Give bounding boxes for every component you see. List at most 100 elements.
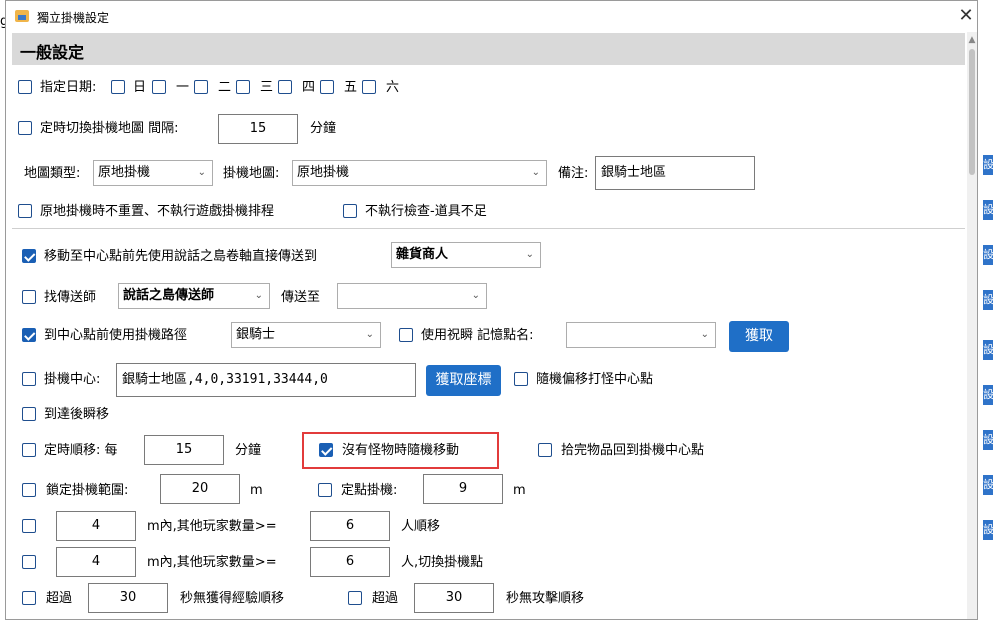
specify-date-label: 指定日期: [40, 80, 97, 95]
random-offset-label: 隨機偏移打怪中心點 [536, 372, 654, 387]
note-input[interactable]: 銀騎士地區 [595, 156, 755, 190]
settings-dialog: 獨立掛機設定 ✕ 一般設定 指定日期: 日 一 二 三 四 五 六 定時切換掛機… [5, 0, 978, 620]
players-move-checkbox[interactable] [22, 519, 36, 533]
chevron-down-icon: ⌄ [531, 167, 540, 178]
get-coordinates-button[interactable]: 獲取座標 [426, 365, 501, 396]
day-label: 三 [260, 80, 274, 95]
bless-select[interactable]: ⌄ [566, 322, 716, 348]
use-path-checkbox[interactable] [22, 328, 36, 342]
chevron-down-icon: ⌄ [525, 249, 534, 260]
divider [12, 228, 965, 229]
no-attack-text: 秒無攻擊順移 [506, 591, 585, 606]
background-tab: 設 [983, 290, 993, 310]
map-switch-unit: 分鐘 [310, 121, 337, 136]
lock-range-unit: m [250, 483, 263, 498]
players-move-count-input[interactable]: 6 [310, 511, 390, 541]
teleport-to-select[interactable]: ⌄ [337, 283, 487, 309]
players-switch-count-input[interactable]: 6 [310, 547, 390, 577]
no-attack-move-checkbox[interactable] [348, 591, 362, 605]
players-move-distance-input[interactable]: 4 [56, 511, 136, 541]
teleporter-label: 找傳送師 [44, 290, 97, 305]
day-tue-checkbox[interactable] [194, 80, 208, 94]
day-wed-checkbox[interactable] [236, 80, 250, 94]
center-checkbox[interactable] [22, 372, 36, 386]
no-reset-label: 原地掛機時不重置、不執行遊戲掛機排程 [40, 204, 275, 219]
background-tab: 設 [983, 430, 993, 450]
no-monster-random-move-label: 沒有怪物時隨機移動 [342, 443, 460, 458]
teleport-to-label: 傳送至 [281, 290, 321, 305]
move-center-checkbox[interactable] [22, 249, 36, 263]
players-switch-mid-label: m內,其他玩家數量>= [147, 555, 277, 570]
no-exp-move-checkbox[interactable] [22, 591, 36, 605]
return-center-label: 拾完物品回到掛機中心點 [561, 443, 705, 458]
scroll-up-icon[interactable]: ▲ [967, 35, 977, 47]
timed-move-label: 定時順移: 每 [44, 443, 118, 458]
section-title: 一般設定 [20, 43, 85, 62]
bless-checkbox[interactable] [399, 328, 413, 342]
day-mon-checkbox[interactable] [152, 80, 166, 94]
day-label: 四 [302, 80, 316, 95]
background-tab: 設 [983, 155, 993, 175]
move-center-target-select[interactable]: 雜貨商人 ⌄ [391, 242, 541, 268]
map-switch-checkbox[interactable] [18, 121, 32, 135]
no-monster-random-move-checkbox[interactable] [319, 443, 333, 457]
no-attack-label: 超過 [372, 591, 399, 606]
path-select[interactable]: 銀騎士 ⌄ [231, 322, 381, 348]
no-check-checkbox[interactable] [343, 204, 357, 218]
move-center-target-value: 雜貨商人 [396, 247, 449, 262]
specify-date-checkbox[interactable] [18, 80, 32, 94]
map-select[interactable]: 原地掛機 ⌄ [292, 160, 547, 186]
center-label: 掛機中心: [44, 372, 101, 387]
window-title: 獨立掛機設定 [37, 11, 110, 25]
background-tab: 設 [983, 245, 993, 265]
teleporter-checkbox[interactable] [22, 290, 36, 304]
players-move-end-label: 人順移 [401, 519, 441, 534]
no-attack-seconds-input[interactable]: 30 [414, 583, 494, 613]
map-type-select[interactable]: 原地掛機 ⌄ [93, 160, 213, 186]
timed-move-input[interactable]: 15 [144, 435, 224, 465]
map-value: 原地掛機 [297, 165, 350, 180]
day-label: 二 [218, 80, 232, 95]
chevron-down-icon: ⌄ [471, 290, 480, 301]
players-switch-checkbox[interactable] [22, 555, 36, 569]
day-sun-checkbox[interactable] [111, 80, 125, 94]
map-switch-label: 定時切換掛機地圖 間隔: [40, 121, 179, 136]
fixed-point-input[interactable]: 9 [423, 474, 503, 504]
map-type-value: 原地掛機 [98, 165, 151, 180]
map-switch-interval-input[interactable]: 15 [218, 114, 298, 144]
center-input[interactable]: 銀騎士地區,4,0,33191,33444,0 [116, 363, 416, 397]
random-offset-checkbox[interactable] [514, 372, 528, 386]
teleporter-npc-select[interactable]: 說話之島傳送師 ⌄ [118, 283, 270, 309]
close-button[interactable]: ✕ [956, 5, 976, 27]
map-type-label: 地圖類型: [24, 166, 81, 181]
path-value: 銀騎士 [236, 327, 276, 342]
fixed-point-checkbox[interactable] [318, 483, 332, 497]
players-switch-distance-input[interactable]: 4 [56, 547, 136, 577]
day-thu-checkbox[interactable] [278, 80, 292, 94]
no-exp-text: 秒無獲得經驗順移 [180, 591, 285, 606]
teleport-after-checkbox[interactable] [22, 407, 36, 421]
day-label: 日 [133, 80, 147, 95]
day-sat-checkbox[interactable] [362, 80, 376, 94]
settings-content: 一般設定 指定日期: 日 一 二 三 四 五 六 定時切換掛機地圖 間隔: 15… [8, 32, 965, 619]
teleporter-npc-value: 說話之島傳送師 [123, 288, 215, 303]
no-exp-seconds-input[interactable]: 30 [88, 583, 168, 613]
day-label: 六 [386, 80, 400, 95]
note-label: 備注: [558, 166, 589, 181]
lock-range-checkbox[interactable] [22, 483, 36, 497]
no-reset-checkbox[interactable] [18, 204, 32, 218]
lock-range-label: 鎖定掛機範圍: [46, 483, 129, 498]
scrollbar-thumb[interactable] [969, 49, 975, 175]
return-center-checkbox[interactable] [538, 443, 552, 457]
teleport-after-label: 到達後瞬移 [44, 407, 110, 422]
timed-move-unit: 分鐘 [235, 443, 262, 458]
get-bless-button[interactable]: 獲取 [729, 321, 789, 352]
players-switch-end-label: 人,切換掛機點 [401, 555, 484, 570]
timed-move-checkbox[interactable] [22, 443, 36, 457]
day-fri-checkbox[interactable] [320, 80, 334, 94]
lock-range-input[interactable]: 20 [160, 474, 240, 504]
fixed-point-unit: m [513, 483, 526, 498]
chevron-down-icon: ⌄ [700, 329, 709, 340]
chevron-down-icon: ⌄ [197, 167, 206, 178]
no-check-label: 不執行檢查-道具不足 [365, 204, 487, 219]
